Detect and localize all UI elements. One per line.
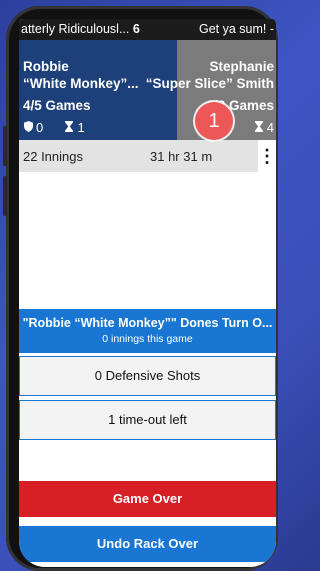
phone-frame: atterly Ridiculousl... 6 Get ya sum! - R… bbox=[3, 6, 278, 571]
innings-count: 22 Innings bbox=[23, 149, 83, 164]
timeout-button[interactable]: 1 time-out left bbox=[19, 400, 276, 440]
turn-subtitle: 0 innings this game bbox=[102, 333, 193, 345]
undo-rack-over-button[interactable]: Undo Rack Over bbox=[19, 526, 276, 562]
step-number-badge: 1 bbox=[195, 102, 233, 140]
player1-timeout-count: 1 bbox=[77, 120, 85, 135]
game-over-button[interactable]: Game Over bbox=[19, 481, 276, 517]
more-menu-icon[interactable]: ⋮ bbox=[258, 140, 276, 172]
player1-stats: 0 1 bbox=[23, 120, 85, 135]
player1-games: 4/5 Games bbox=[23, 98, 91, 113]
match-header: atterly Ridiculousl... 6 Get ya sum! - bbox=[19, 19, 276, 40]
hourglass-icon bbox=[254, 120, 264, 135]
hourglass-icon bbox=[64, 120, 74, 135]
turn-title: "Robbie “White Monkey”" Dones Turn O... bbox=[22, 316, 273, 330]
player1-defense-count: 0 bbox=[36, 120, 44, 135]
turn-banner: "Robbie “White Monkey”" Dones Turn O... … bbox=[19, 309, 276, 353]
defensive-shots-button[interactable]: 0 Defensive Shots bbox=[19, 356, 276, 396]
player1-nickname: “White Monkey”... bbox=[23, 76, 139, 91]
player1-name: Robbie “White Monkey”... bbox=[23, 58, 139, 92]
shield-icon bbox=[23, 120, 33, 135]
player1-first-name: Robbie bbox=[23, 59, 69, 74]
match-duration: 31 hr 31 m bbox=[150, 149, 213, 164]
team2-name: Get ya sum! - bbox=[198, 22, 274, 36]
app-screen: atterly Ridiculousl... 6 Get ya sum! - R… bbox=[19, 19, 276, 567]
team1-header: atterly Ridiculousl... 6 bbox=[21, 22, 140, 36]
team1-name: atterly Ridiculousl... bbox=[21, 22, 130, 36]
volume-button bbox=[3, 176, 7, 216]
player2-first-name: Stephanie bbox=[209, 59, 274, 74]
volume-button bbox=[3, 126, 7, 166]
player2-timeout-count: 4 bbox=[266, 120, 274, 135]
player2-name: Stephanie “Super Slice” Smith bbox=[146, 58, 274, 92]
team1-score: 6 bbox=[132, 22, 140, 36]
innings-bar: 22 Innings 31 hr 31 m bbox=[19, 140, 276, 172]
player2-nickname: “Super Slice” Smith bbox=[145, 76, 274, 91]
